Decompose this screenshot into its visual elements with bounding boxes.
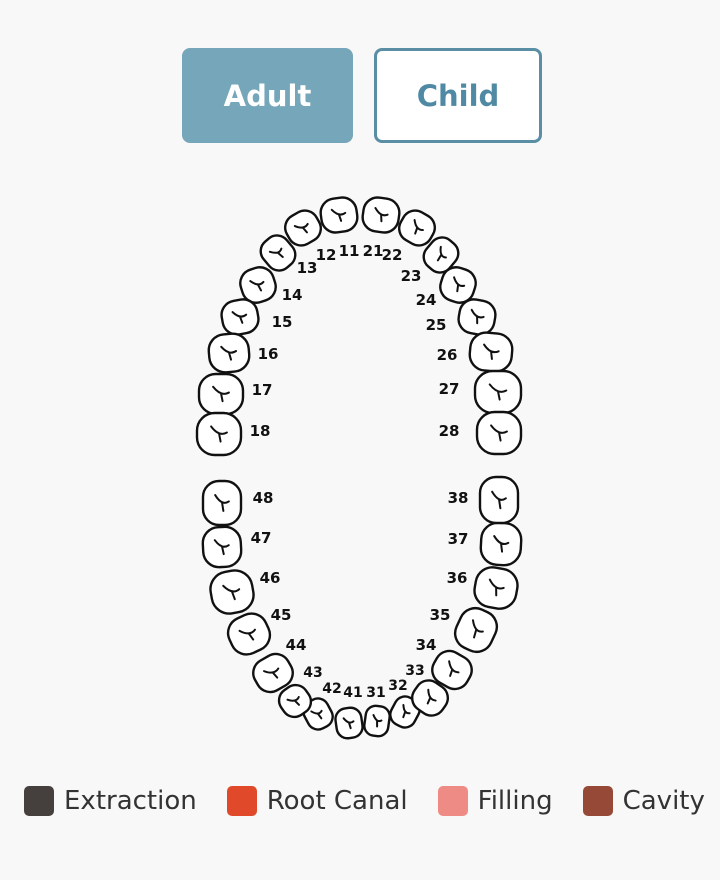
filling-swatch	[437, 786, 468, 816]
tooth-16[interactable]	[207, 332, 251, 374]
tooth-37[interactable]	[479, 521, 523, 567]
tooth-47[interactable]	[201, 525, 243, 569]
tooth-label-22: 22	[382, 246, 403, 264]
tooth-label-23: 23	[401, 267, 422, 285]
tooth-31[interactable]	[363, 704, 391, 738]
tooth-36[interactable]	[472, 565, 520, 612]
tooth-label-27: 27	[439, 380, 460, 398]
tooth-label-42: 42	[322, 681, 341, 697]
legend-label: Root Canal	[266, 786, 408, 816]
tooth-label-17: 17	[252, 381, 273, 399]
tooth-label-11: 11	[339, 242, 360, 260]
tooth-label-32: 32	[388, 678, 407, 694]
tooth-label-38: 38	[448, 489, 469, 507]
tooth-15[interactable]	[219, 297, 260, 337]
tooth-label-33: 33	[405, 663, 424, 679]
legend-item-extraction: Extraction	[24, 786, 197, 816]
tooth-18[interactable]	[195, 411, 243, 457]
root-canal-swatch	[226, 786, 257, 816]
extraction-swatch	[24, 786, 54, 816]
tooth-label-16: 16	[258, 345, 279, 363]
legend-item-cavity: Cavity	[582, 786, 705, 816]
tooth-38[interactable]	[478, 475, 520, 525]
tooth-label-37: 37	[448, 530, 469, 548]
tooth-11[interactable]	[319, 196, 359, 235]
tooth-26[interactable]	[468, 331, 514, 373]
tooth-21[interactable]	[361, 196, 401, 235]
tooth-label-48: 48	[253, 489, 274, 507]
tooth-label-21: 21	[363, 242, 384, 260]
tooth-45[interactable]	[223, 608, 275, 659]
legend-item-filling: Filling	[437, 786, 553, 816]
adult-button[interactable]: Adult	[182, 48, 353, 143]
tooth-label-12: 12	[316, 246, 337, 264]
tooth-27[interactable]	[473, 369, 523, 415]
tooth-label-35: 35	[430, 606, 451, 624]
legend-label: Filling	[477, 786, 553, 816]
tooth-48[interactable]	[201, 479, 243, 527]
tooth-label-34: 34	[416, 636, 437, 654]
tooth-label-45: 45	[271, 606, 292, 624]
tooth-label-41: 41	[343, 685, 362, 701]
legend-label: Cavity	[622, 786, 705, 816]
tooth-label-44: 44	[286, 636, 307, 654]
tooth-25[interactable]	[456, 297, 497, 337]
tooth-label-28: 28	[439, 422, 460, 440]
legend-item-root-canal: Root Canal	[226, 786, 408, 816]
tooth-label-43: 43	[303, 665, 322, 681]
tooth-41[interactable]	[334, 706, 364, 740]
tooth-label-26: 26	[437, 346, 458, 364]
cavity-swatch	[582, 786, 613, 816]
tooth-label-24: 24	[416, 291, 437, 309]
tooth-chart: 111213 14 15 16 17 18 2122 23 24 25 26 27 28 31 3233 34…	[195, 196, 523, 740]
legend: Extraction Root Canal Filling Cavity	[24, 786, 714, 816]
child-button[interactable]: Child	[374, 48, 542, 143]
tooth-17[interactable]	[197, 372, 245, 416]
tooth-28[interactable]	[475, 410, 523, 456]
tooth-label-15: 15	[272, 313, 293, 331]
mode-toggle: Adult Child	[182, 48, 542, 143]
tooth-label-47: 47	[251, 529, 272, 547]
tooth-46[interactable]	[208, 568, 257, 617]
tooth-label-25: 25	[426, 316, 447, 334]
tooth-label-31: 31	[366, 685, 385, 701]
tooth-label-18: 18	[250, 422, 271, 440]
tooth-label-46: 46	[260, 569, 281, 587]
tooth-label-14: 14	[282, 286, 303, 304]
tooth-35[interactable]	[450, 603, 502, 657]
tooth-label-36: 36	[447, 569, 468, 587]
legend-label: Extraction	[64, 786, 197, 816]
tooth-label-13: 13	[297, 259, 318, 277]
